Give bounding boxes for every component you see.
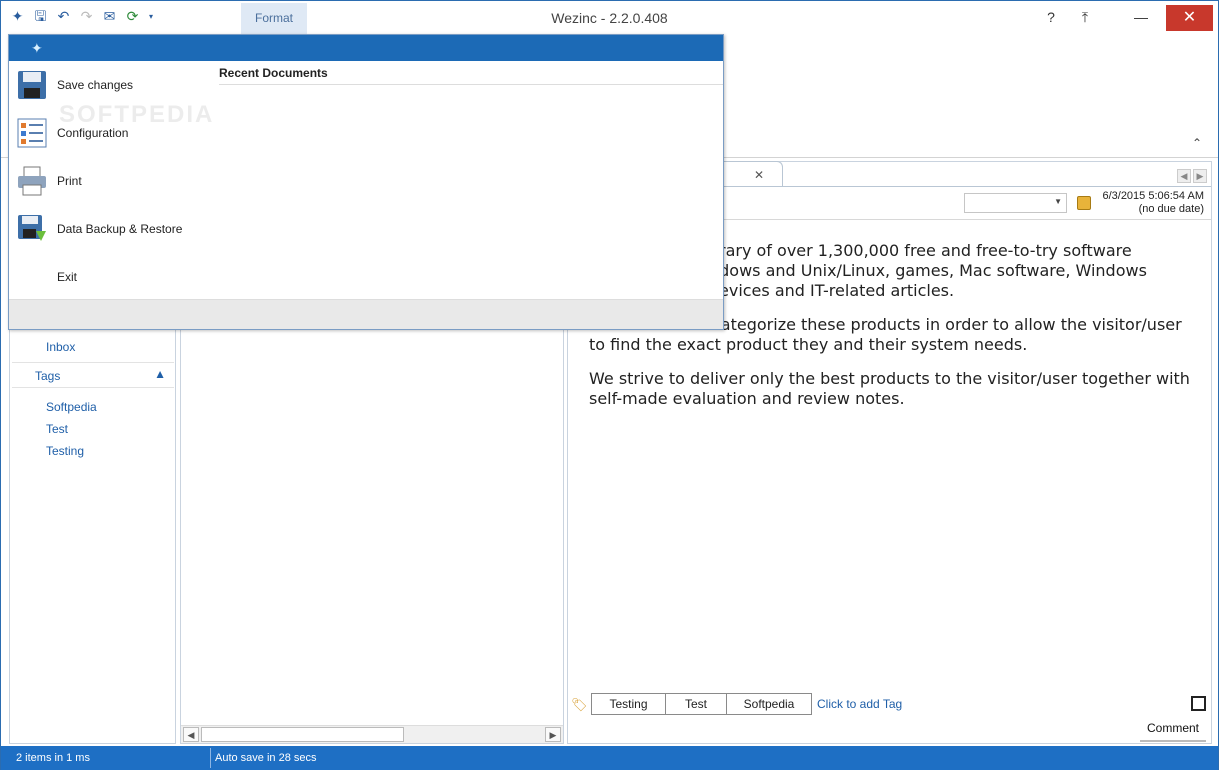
tag-icon: 🏷 — [571, 697, 588, 712]
watermark: SOFTPEDIA — [59, 101, 215, 128]
tab-next-icon[interactable]: ▶ — [1193, 169, 1207, 183]
close-tab-icon[interactable]: ✕ — [754, 168, 764, 182]
menu-item-label: Exit — [57, 270, 78, 284]
tag-chip-testing[interactable]: Testing — [591, 693, 666, 715]
due-date: (no due date) — [1138, 203, 1204, 215]
recent-documents-title: Recent Documents — [219, 66, 328, 80]
app-menu-footer — [9, 299, 723, 329]
minimize-button[interactable]: — — [1118, 1, 1164, 34]
menu-item-label: Data Backup & Restore — [57, 222, 183, 236]
category-select[interactable]: ▼ — [964, 193, 1067, 213]
tab-navigation: ◀ ▶ — [1177, 169, 1207, 183]
tag-chip-softpedia[interactable]: Softpedia — [726, 693, 812, 715]
chevron-up-icon[interactable]: ▲ — [154, 367, 166, 381]
scroll-right-icon[interactable]: ▶ — [545, 727, 561, 742]
tab-prev-icon[interactable]: ◀ — [1177, 169, 1191, 183]
tags-header-label: Tags — [35, 369, 61, 383]
app-window: ✦ 🖫 ↶ ↷ ✉ ⟳ ▾ Format Wezinc - 2.2.0.408 … — [0, 0, 1219, 770]
document-tab[interactable]: ✕ — [723, 161, 783, 187]
sidebar-tag-testing[interactable]: Testing — [46, 444, 84, 458]
printer-icon — [18, 166, 46, 196]
floppy-disk-icon — [18, 71, 46, 99]
menu-item-save-changes[interactable]: Save changes — [14, 65, 204, 105]
title-bar: ✦ 🖫 ↶ ↷ ✉ ⟳ ▾ Format Wezinc - 2.2.0.408 … — [1, 1, 1218, 34]
menu-item-label: Save changes — [57, 78, 134, 92]
menu-item-backup-restore[interactable]: Data Backup & Restore — [14, 209, 204, 249]
menu-item-exit[interactable]: Exit — [14, 257, 204, 297]
recent-documents-header: Recent Documents — [219, 63, 723, 85]
application-menu: ✦ Save changes Configuration Print Data … — [8, 34, 724, 330]
status-autosave: Auto save in 28 secs — [215, 752, 317, 764]
scrollbar-thumb[interactable] — [201, 727, 404, 742]
menu-item-label: Print — [57, 174, 82, 188]
fullscreen-icon[interactable] — [1191, 696, 1206, 711]
tag-chip-test[interactable]: Test — [665, 693, 727, 715]
tab-strip-line — [723, 186, 1211, 187]
menu-item-print[interactable]: Print — [14, 161, 204, 201]
tags-section-header[interactable]: Tags ▲ — [12, 362, 174, 388]
sidebar-tag-softpedia[interactable]: Softpedia — [46, 400, 97, 414]
created-date: 6/3/2015 5:06:54 AM — [1102, 190, 1204, 202]
app-menu-header: ✦ — [9, 35, 723, 61]
horizontal-scrollbar[interactable]: ◀ ▶ — [181, 725, 563, 743]
sidebar-item-inbox[interactable]: Inbox — [46, 340, 75, 354]
collapse-ribbon-icon[interactable]: ⌃ — [1192, 136, 1202, 150]
status-divider — [210, 748, 211, 768]
note-properties-icon[interactable] — [1077, 196, 1091, 210]
ribbon-display-button[interactable]: ⤒ — [1062, 1, 1108, 34]
document-tag-bar: 🏷 Testing Test Softpedia Click to add Ta… — [571, 693, 902, 715]
chevron-down-icon: ▼ — [1054, 197, 1062, 206]
sidebar-tag-test[interactable]: Test — [46, 422, 68, 436]
scroll-left-icon[interactable]: ◀ — [183, 727, 199, 742]
app-logo-icon[interactable]: ✦ — [31, 40, 43, 57]
divider — [723, 219, 1211, 220]
backup-restore-icon — [18, 215, 46, 241]
comment-button[interactable]: Comment — [1140, 720, 1206, 742]
status-items-count: 2 items in 1 ms — [16, 752, 90, 764]
close-button[interactable]: ✕ — [1166, 5, 1213, 31]
add-tag-link[interactable]: Click to add Tag — [817, 697, 902, 711]
doc-paragraph: We strive to deliver only the best produ… — [589, 369, 1190, 408]
configuration-icon — [17, 118, 47, 148]
status-bar: 2 items in 1 ms Auto save in 28 secs — [1, 746, 1218, 770]
